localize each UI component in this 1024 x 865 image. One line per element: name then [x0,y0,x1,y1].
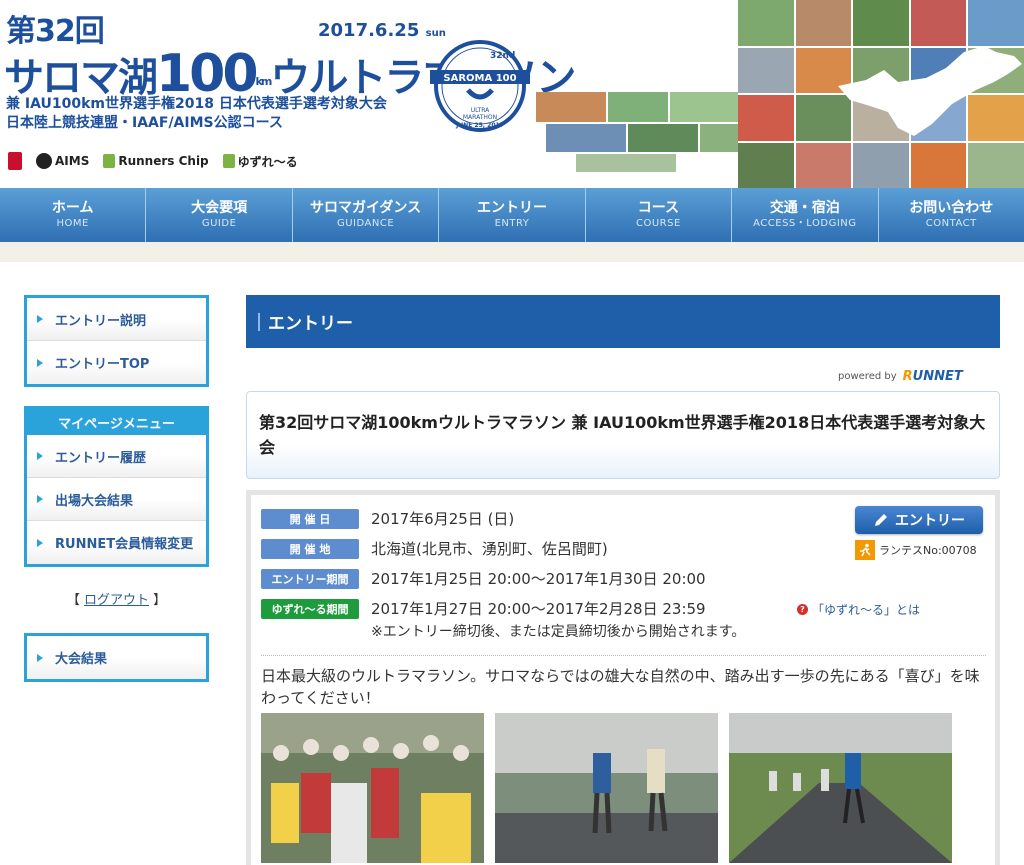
logout-area: 【 ログアウト 】 [66,593,167,608]
event-detail-box: 開 催 日 2017年6月25日 (日) 開 催 地 北海道(北見市、湧別町、佐… [246,490,1000,865]
label-yuzurel-period: ゆずれ〜る期間 [261,598,359,619]
value-yuzurel-period: 2017年1月27日 20:00〜2017年2月28日 23:59 [371,600,706,618]
sponsor-aims: AIMS [36,153,89,169]
runner-icon [855,540,875,560]
sponsor-runners-chip: Runners Chip [103,154,209,168]
nav-course[interactable]: コース COURSE [586,188,733,242]
label-date: 開 催 日 [261,508,359,529]
nav-home[interactable]: ホーム HOME [0,188,147,242]
page: 第32回 2017.6.25 sun サロマ湖100kmウルトラマラソン 兼 I… [0,0,1024,865]
logout-link[interactable]: ログアウト [84,593,149,608]
question-icon: ? [797,604,808,615]
row-entry-period: エントリー期間 2017年1月25日 20:00〜2017年1月30日 20:0… [261,568,706,589]
arrow-right-icon [37,538,43,547]
runners-rain-photo [495,713,718,863]
section-title: エントリー [268,314,353,334]
row-date: 開 催 日 2017年6月25日 (日) [261,508,514,529]
header-certification: 日本陸上競技連盟・IAAF/AIMS公認コース [6,115,283,131]
header-subtitle: 兼 IAU100km世界選手権2018 日本代表選手選考対象大会 [6,96,387,112]
header-divider-band [0,242,1024,262]
nav-guide[interactable]: 大会要項 GUIDE [146,188,293,242]
event-title: 第32回サロマ湖100kmウルトラマラソン 兼 IAU100km世界選手権201… [259,413,986,457]
powered-by: powered by RUNNET [838,369,963,384]
event-date: 2017.6.25 [318,20,420,41]
title-name-unit: km [255,75,273,88]
sidebar-results-menu: 大会結果 [24,633,209,682]
sidebar-item-member-info[interactable]: RUNNET会員情報変更 [27,521,206,564]
arrow-right-icon [37,358,43,367]
arrow-right-icon [37,315,43,323]
value-venue: 北海道(北見市、湧別町、佐呂間町) [371,540,608,558]
sidebar-item-entry-guide[interactable]: エントリー説明 [27,298,206,341]
runnet-logo: RUNNET [902,369,963,384]
sidebar-item-entry-history[interactable]: エントリー履歴 [27,435,206,478]
pencil-icon [875,514,887,526]
yuzurel-help-link[interactable]: ? 「ゆずれ〜る」とは [797,601,920,618]
row-yuzurel-period: ゆずれ〜る期間 2017年1月27日 20:00〜2017年2月28日 23:5… [261,598,706,619]
nav-access[interactable]: 交通・宿泊 ACCESS・LODGING [732,188,879,242]
badge-sub1: ULTRA [471,107,490,114]
arrow-right-icon [37,495,43,503]
event-date-banner: 2017.6.25 sun [318,20,446,41]
label-venue: 開 催 地 [261,538,359,559]
runners-field-photo [729,713,952,863]
powered-by-label: powered by [838,371,897,382]
arrow-right-icon [37,653,43,662]
sponsor-logos: AIMS Runners Chip ゆずれ〜る [8,148,298,174]
row-venue: 開 催 地 北海道(北見市、湧別町、佐呂間町) [261,538,608,559]
entry-button[interactable]: エントリー [855,506,983,534]
site-header: 第32回 2017.6.25 sun サロマ湖100kmウルトラマラソン 兼 I… [0,0,1024,188]
sidebar-item-race-results[interactable]: 出場大会結果 [27,478,206,521]
hokkaido-map-icon [838,46,1022,136]
global-nav: ホーム HOME 大会要項 GUIDE サロマガイダンス GUIDANCE エントリー… [0,188,1024,242]
runners-chip-logo-icon [103,154,116,168]
aims-logo-icon [36,153,52,169]
event-title-box: 第32回サロマ湖100kmウルトラマラソン 兼 IAU100km世界選手権201… [246,391,1000,479]
sidebar-item-entry-top[interactable]: エントリーTOP [27,341,206,384]
nav-entry[interactable]: エントリー ENTRY [439,188,586,242]
sidebar-item-event-results[interactable]: 大会結果 [27,636,206,679]
yuzurel-logo-icon [222,154,235,168]
event-emblem-icon: 32nd SAROMA 100 ULTRA MARATHON JUNE 25, … [430,40,530,132]
sidebar-mypage-menu: マイページメニュー エントリー履歴 出場大会結果 RUNNET会員情報変更 [24,406,209,567]
sidebar-entry-menu: エントリー説明 エントリーTOP [24,295,209,387]
sponsor-yuzurel: ゆずれ〜る [222,153,298,170]
detail-divider [261,655,986,656]
label-entry-period: エントリー期間 [261,568,359,589]
mypage-menu-title: マイページメニュー [27,409,206,435]
event-description: 日本最大級のウルトラマラソン。サロマならではの雄大な自然の中、踏み出す一歩の先に… [261,667,980,707]
runtes-number: ランテスNo:00708 [855,540,977,560]
landscape-strip-image [536,92,738,172]
value-entry-period: 2017年1月25日 20:00〜2017年1月30日 20:00 [371,570,706,588]
yuzurel-note: ※エントリー締切後、または定員締切後から開始されます。 [371,624,746,640]
nav-guidance[interactable]: サロマガイダンス GUIDANCE [293,188,440,242]
crowd-start-photo [261,713,484,863]
arrow-right-icon [37,452,43,460]
badge-sub2: MARATHON [463,114,497,121]
jaaf-logo-icon [8,152,22,170]
nav-contact[interactable]: お問い合わせ CONTACT [879,188,1024,242]
value-date: 2017年6月25日 (日) [371,510,515,528]
badge-name: SAROMA 100 [443,73,516,84]
section-title-bar: エントリー [246,295,1000,348]
badge-date: JUNE 25, 2017 [455,122,504,129]
badge-edition: 32nd [490,51,515,61]
